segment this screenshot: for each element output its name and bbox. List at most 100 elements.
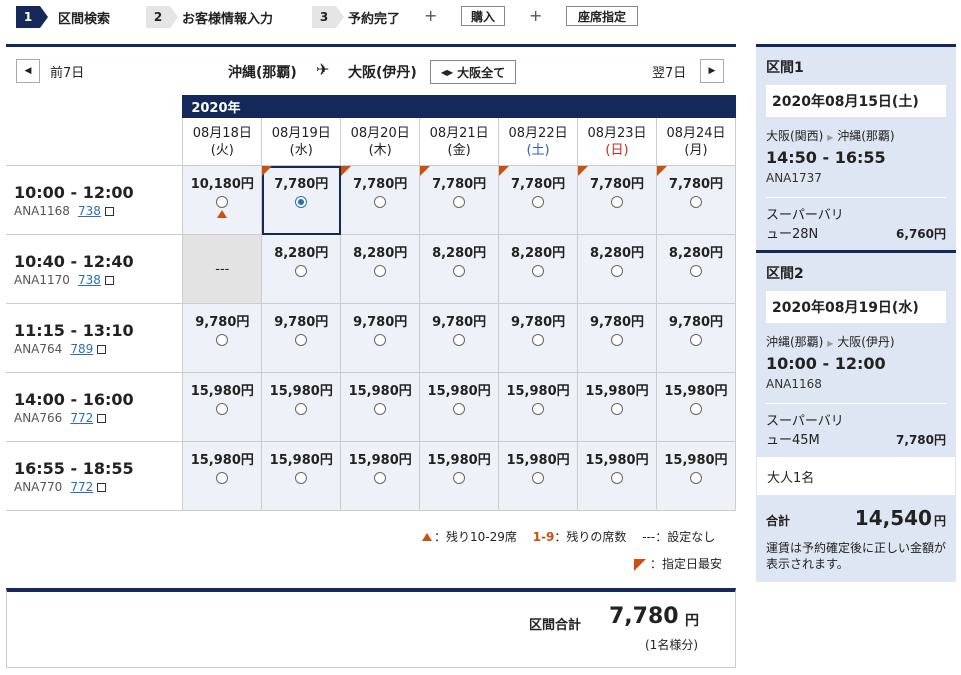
fare-radio[interactable]: [453, 472, 466, 484]
prev-week-label[interactable]: 前7日: [50, 62, 84, 81]
fare-cell-selected[interactable]: 7,780円: [261, 165, 342, 235]
fare-cell[interactable]: 9,780円: [577, 303, 657, 373]
fare-radio[interactable]: [216, 472, 229, 484]
fare-cell[interactable]: 8,280円: [261, 234, 342, 304]
fare-cell[interactable]: 7,780円: [419, 165, 500, 235]
fare-cell[interactable]: 9,780円: [419, 303, 500, 373]
fare-radio[interactable]: [374, 334, 387, 346]
all-osaka-button[interactable]: ◀▶ 大阪全て: [430, 60, 516, 84]
fare-cell[interactable]: 10,180円: [182, 165, 263, 235]
fare-radio[interactable]: [689, 472, 702, 484]
flight-number: ANA764: [14, 341, 63, 356]
next-week-button[interactable]: ▶: [700, 59, 724, 83]
fare-radio[interactable]: [532, 265, 545, 277]
fare-cell[interactable]: 15,980円: [261, 372, 342, 442]
fare-radio[interactable]: [532, 196, 545, 208]
fare-radio[interactable]: [532, 334, 545, 346]
fare-cell[interactable]: 8,280円: [655, 234, 737, 304]
fare-radio[interactable]: [453, 196, 466, 208]
fare-radio[interactable]: [374, 403, 387, 415]
grand-total-unit: 円: [933, 514, 946, 528]
fare-cell[interactable]: 8,280円: [340, 234, 421, 304]
fare-radio[interactable]: [453, 334, 466, 346]
fare-cell[interactable]: 15,980円: [261, 441, 342, 511]
fare-cell[interactable]: 15,980円: [655, 372, 737, 442]
fare-cell[interactable]: 8,280円: [498, 234, 579, 304]
segment-total-unit: 円: [685, 613, 699, 629]
fare-price: ---: [215, 261, 230, 277]
fare-price: 15,980円: [506, 384, 570, 399]
seat-map-icon[interactable]: [104, 206, 114, 216]
fare-radio[interactable]: [611, 403, 623, 415]
aircraft-link[interactable]: 789: [70, 342, 93, 356]
seat-map-icon[interactable]: [97, 413, 107, 423]
seat-map-icon[interactable]: [97, 482, 107, 492]
fare-radio[interactable]: [689, 334, 702, 346]
fare-cell[interactable]: 7,780円: [340, 165, 421, 235]
table-row: 10:00 - 12:00 ANA1168 738 10,180円 7,780円 …: [6, 165, 737, 235]
fare-radio[interactable]: [216, 196, 229, 208]
fare-cell[interactable]: 9,780円: [182, 303, 263, 373]
fare-cell[interactable]: 15,980円: [340, 441, 421, 511]
fare-cell[interactable]: 15,980円: [498, 372, 579, 442]
fare-radio[interactable]: [532, 403, 545, 415]
fare-cell[interactable]: 9,780円: [498, 303, 579, 373]
fare-cell[interactable]: 15,980円: [655, 441, 737, 511]
fare-cell[interactable]: 8,280円: [577, 234, 657, 304]
fare-radio[interactable]: [611, 472, 623, 484]
fare-name-line2: ュー45M: [766, 433, 820, 448]
fare-cell[interactable]: 15,980円: [419, 372, 500, 442]
fare-radio[interactable]: [216, 403, 229, 415]
fare-radio[interactable]: [216, 334, 229, 346]
flight-info: 10:00 - 12:00 ANA1168 738: [6, 165, 184, 235]
fare-cell[interactable]: 15,980円: [182, 372, 263, 442]
segment-fare: スーパーバリ ュー45M 7,780円: [766, 403, 946, 448]
aircraft-link[interactable]: 738: [78, 204, 101, 218]
fare-cell[interactable]: 7,780円: [655, 165, 737, 235]
date-header: 08月20日 (木): [340, 117, 421, 166]
fare-cell[interactable]: 15,980円: [577, 441, 657, 511]
fare-cell[interactable]: 9,780円: [261, 303, 342, 373]
fare-cell[interactable]: 7,780円: [577, 165, 657, 235]
fare-radio[interactable]: [374, 196, 387, 208]
fare-cell[interactable]: 8,280円: [419, 234, 500, 304]
next-week-label[interactable]: 翌7日: [652, 62, 686, 81]
fare-radio[interactable]: [453, 265, 466, 277]
aircraft-link[interactable]: 738: [78, 273, 101, 287]
fare-name-line1: スーパーバリ: [766, 414, 844, 429]
fare-radio[interactable]: [611, 265, 623, 277]
few-seats-icon: [217, 210, 228, 218]
fare-radio[interactable]: [295, 334, 308, 346]
segment-2-summary: 区間2 2020年08月19日(水) 沖縄(那覇) ▶ 大阪(伊丹) 10:00…: [756, 250, 956, 456]
fare-radio[interactable]: [374, 265, 387, 277]
fare-radio[interactable]: [611, 334, 623, 346]
fare-radio[interactable]: [611, 196, 623, 208]
fare-radio[interactable]: [689, 265, 702, 277]
segment-total-label: 区間合計: [529, 618, 582, 633]
fare-radio[interactable]: [689, 403, 702, 415]
seat-map-icon[interactable]: [97, 344, 107, 354]
fare-radio[interactable]: [453, 403, 466, 415]
fare-cell[interactable]: 9,780円: [655, 303, 737, 373]
fare-cell[interactable]: 15,980円: [419, 441, 500, 511]
fare-radio[interactable]: [689, 196, 702, 208]
aircraft-link[interactable]: 772: [70, 411, 93, 425]
fare-radio[interactable]: [532, 472, 545, 484]
fare-price: 8,280円: [511, 246, 566, 261]
fare-cell[interactable]: 15,980円: [577, 372, 657, 442]
aircraft-link[interactable]: 772: [70, 480, 93, 494]
fare-cell[interactable]: 7,780円: [498, 165, 579, 235]
fare-radio[interactable]: [295, 265, 308, 277]
fare-cell[interactable]: 15,980円: [498, 441, 579, 511]
fare-radio-selected[interactable]: [295, 196, 308, 208]
fare-radio[interactable]: [374, 472, 387, 484]
fare-cell[interactable]: 15,980円: [182, 441, 263, 511]
fare-cell[interactable]: 9,780円: [340, 303, 421, 373]
fare-radio[interactable]: [295, 472, 308, 484]
prev-week-button[interactable]: ◀: [16, 59, 40, 83]
fare-radio[interactable]: [295, 403, 308, 415]
fare-cell[interactable]: 15,980円: [340, 372, 421, 442]
seat-map-icon[interactable]: [104, 275, 114, 285]
cheapest-marker-icon: [656, 166, 667, 176]
step-2: 2 お客様情報入力: [146, 6, 273, 28]
